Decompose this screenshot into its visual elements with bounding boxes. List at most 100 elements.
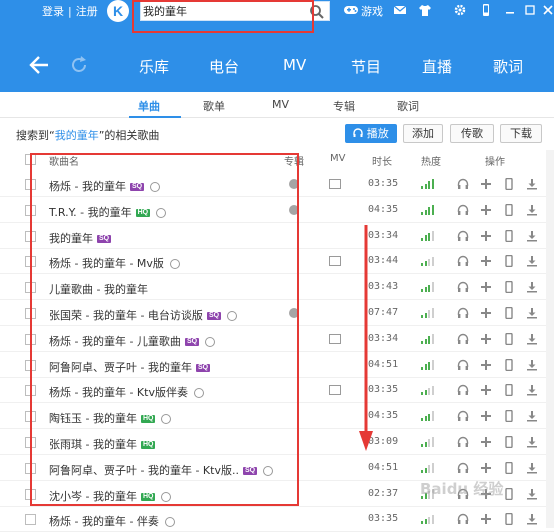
globe-icon[interactable] (161, 414, 172, 425)
song-row[interactable]: 杨烁 - 我的童年 SQ 03:35 (0, 172, 554, 197)
add-plus-icon[interactable] (480, 230, 492, 242)
listen-headphones-icon[interactable] (457, 281, 469, 293)
add-plus-icon[interactable] (480, 307, 492, 319)
add-plus-icon[interactable] (480, 359, 492, 371)
globe-icon[interactable] (193, 388, 204, 399)
send-to-phone-icon[interactable] (503, 487, 515, 500)
add-plus-icon[interactable] (480, 436, 492, 448)
download-icon[interactable] (526, 384, 538, 396)
song-title[interactable]: 张国荣 - 我的童年 - 电台访谈版 (49, 309, 203, 322)
song-row[interactable]: 阿鲁阿卓、贾子叶 - 我的童年 SQ 04:51 (0, 353, 554, 378)
globe-icon[interactable] (161, 491, 172, 502)
song-title-cell[interactable]: T.R.Y. - 我的童年 HQ (49, 204, 167, 220)
song-checkbox[interactable] (25, 359, 36, 371)
song-checkbox[interactable] (25, 282, 36, 294)
download-icon[interactable] (526, 359, 538, 371)
song-title[interactable]: 阿鲁阿卓、贾子叶 - 我的童年 (49, 361, 192, 374)
add-plus-icon[interactable] (480, 204, 492, 216)
refresh-icon[interactable] (68, 54, 90, 76)
song-title-cell[interactable]: 张国荣 - 我的童年 - 电台访谈版 SQ (49, 307, 238, 323)
globe-icon[interactable] (205, 336, 216, 347)
song-checkbox[interactable] (25, 256, 36, 268)
gamepad-icon[interactable] (343, 3, 359, 17)
nav-lyrics[interactable]: 歌词 (493, 56, 523, 77)
download-icon[interactable] (526, 178, 538, 190)
song-checkbox[interactable] (25, 204, 36, 216)
song-row[interactable]: 杨烁 - 我的童年 - Ktv版伴奏 03:35 (0, 378, 554, 404)
song-title[interactable]: 杨烁 - 我的童年 - 伴奏 (49, 515, 159, 528)
nav-library[interactable]: 乐库 (139, 56, 169, 77)
song-title[interactable]: 沈小岑 - 我的童年 (49, 490, 137, 503)
globe-icon[interactable] (150, 182, 161, 192)
download-icon[interactable] (526, 307, 538, 319)
listen-headphones-icon[interactable] (457, 462, 469, 474)
song-title-cell[interactable]: 儿童歌曲 - 我的童年 (49, 281, 148, 297)
download-icon[interactable] (526, 333, 538, 345)
col-duration[interactable]: 时长 (372, 153, 392, 168)
search-icon[interactable] (309, 4, 325, 20)
song-title-cell[interactable]: 张雨琪 - 我的童年 HQ (49, 436, 156, 452)
download-icon[interactable] (526, 255, 538, 267)
login-link[interactable]: 登录 (42, 5, 64, 18)
download-icon[interactable] (526, 410, 538, 422)
send-to-phone-icon[interactable] (503, 281, 515, 294)
search-input[interactable] (143, 4, 303, 18)
select-all-checkbox[interactable] (25, 154, 36, 165)
song-row[interactable]: 陶钰玉 - 我的童年 HQ 04:35 (0, 404, 554, 430)
download-button[interactable]: 下载 (500, 124, 542, 143)
song-title[interactable]: 杨烁 - 我的童年 - 儿童歌曲 (49, 335, 181, 348)
globe-icon[interactable] (169, 259, 180, 270)
globe-icon[interactable] (164, 517, 175, 528)
scrollbar[interactable] (546, 150, 554, 528)
song-checkbox[interactable] (25, 385, 36, 397)
song-row[interactable]: 我的童年 SQ 03:34 (0, 224, 554, 249)
game-label[interactable]: 游戏 (361, 3, 383, 19)
tab-songs[interactable]: 单曲 (138, 98, 160, 114)
send-to-phone-icon[interactable] (503, 178, 515, 190)
mail-icon[interactable] (393, 3, 407, 17)
song-title[interactable]: 儿童歌曲 - 我的童年 (49, 283, 148, 296)
globe-icon[interactable] (156, 207, 167, 218)
back-arrow-icon[interactable] (28, 54, 50, 76)
add-plus-icon[interactable] (480, 333, 492, 345)
close-icon[interactable] (541, 3, 554, 17)
song-title[interactable]: 我的童年 (49, 232, 93, 245)
album-disc-icon[interactable] (289, 179, 299, 189)
send-to-phone-icon[interactable] (503, 203, 515, 216)
globe-icon[interactable] (263, 465, 274, 476)
song-title[interactable]: 张雨琪 - 我的童年 (49, 438, 137, 451)
song-checkbox[interactable] (25, 411, 36, 423)
song-title-cell[interactable]: 杨烁 - 我的童年 - Ktv版伴奏 (49, 384, 204, 400)
song-row[interactable]: 杨烁 - 我的童年 - 伴奏 03:35 (0, 507, 554, 532)
download-icon[interactable] (526, 281, 538, 293)
send-to-phone-icon[interactable] (503, 255, 515, 268)
song-title-cell[interactable]: 杨烁 - 我的童年 - 儿童歌曲 SQ (49, 333, 216, 349)
listen-headphones-icon[interactable] (457, 410, 469, 422)
song-title-cell[interactable]: 阿鲁阿卓、贾子叶 - 我的童年 - Ktv版.. SQ (49, 462, 274, 478)
song-row[interactable]: 杨烁 - 我的童年 - 儿童歌曲 SQ 03:34 (0, 327, 554, 352)
nav-mv[interactable]: MV (283, 56, 306, 74)
download-icon[interactable] (526, 230, 538, 242)
song-row[interactable]: 杨烁 - 我的童年 - Mv版 03:44 (0, 249, 554, 275)
listen-headphones-icon[interactable] (457, 513, 469, 525)
download-icon[interactable] (526, 204, 538, 216)
song-checkbox[interactable] (25, 488, 36, 500)
song-row[interactable]: 儿童歌曲 - 我的童年 03:43 (0, 275, 554, 301)
song-checkbox[interactable] (25, 230, 36, 242)
add-plus-icon[interactable] (480, 462, 492, 474)
album-disc-icon[interactable] (289, 204, 299, 215)
tab-playlists[interactable]: 歌单 (203, 98, 225, 114)
nav-radio[interactable]: 电台 (209, 56, 239, 77)
send-to-phone-icon[interactable] (503, 461, 515, 474)
song-title-cell[interactable]: 陶钰玉 - 我的童年 HQ (49, 410, 172, 426)
song-row[interactable]: T.R.Y. - 我的童年 HQ 04:35 (0, 198, 554, 223)
listen-headphones-icon[interactable] (457, 436, 469, 448)
song-title-cell[interactable]: 杨烁 - 我的童年 - Mv版 (49, 255, 180, 271)
send-to-phone-icon[interactable] (503, 332, 515, 345)
listen-headphones-icon[interactable] (457, 333, 469, 345)
download-icon[interactable] (526, 462, 538, 474)
song-row[interactable]: 张国荣 - 我的童年 - 电台访谈版 SQ 07:47 (0, 301, 554, 326)
listen-headphones-icon[interactable] (457, 204, 469, 216)
song-checkbox[interactable] (25, 462, 36, 474)
send-to-phone-icon[interactable] (503, 436, 515, 448)
